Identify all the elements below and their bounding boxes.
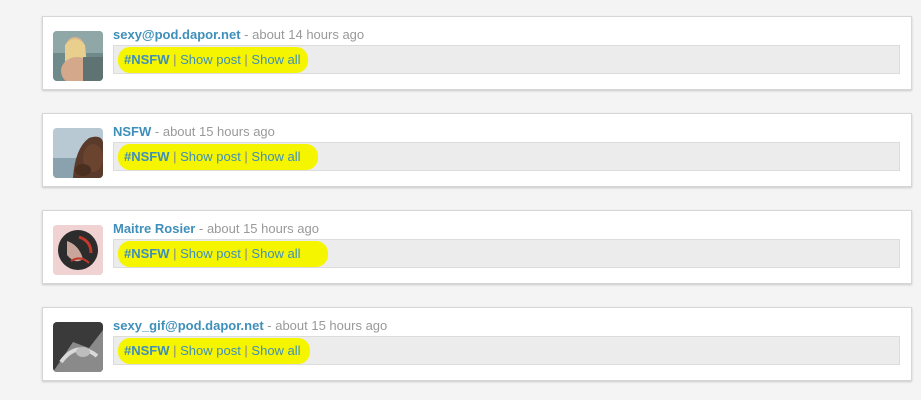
nsfw-tag-link[interactable]: #NSFW	[124, 52, 170, 67]
nsfw-shield: #NSFW | Show post | Show all	[113, 142, 900, 171]
show-all-link[interactable]: Show all	[251, 52, 300, 67]
show-post-link[interactable]: Show post	[180, 246, 241, 261]
avatar[interactable]	[53, 225, 103, 275]
post-timestamp[interactable]: about 15 hours ago	[275, 318, 387, 333]
nsfw-tag-link[interactable]: #NSFW	[124, 149, 170, 164]
show-all-link[interactable]: Show all	[251, 149, 300, 164]
post-meta: Maitre Rosier - about 15 hours ago	[113, 221, 319, 237]
post-timestamp[interactable]: about 15 hours ago	[207, 221, 319, 236]
link-divider: |	[240, 343, 252, 358]
link-divider: |	[240, 246, 252, 261]
stream-post: sexy@pod.dapor.net - about 14 hours ago …	[42, 16, 912, 90]
show-all-link[interactable]: Show all	[251, 343, 300, 358]
link-divider: |	[169, 343, 181, 358]
link-divider: |	[169, 246, 181, 261]
show-all-link[interactable]: Show all	[251, 246, 300, 261]
post-meta: NSFW - about 15 hours ago	[113, 124, 275, 140]
author-link[interactable]: NSFW	[113, 124, 151, 139]
meta-separator: -	[240, 27, 253, 42]
show-post-link[interactable]: Show post	[180, 52, 241, 67]
avatar[interactable]	[53, 128, 103, 178]
author-link[interactable]: sexy@pod.dapor.net	[113, 27, 241, 42]
author-link[interactable]: sexy_gif@pod.dapor.net	[113, 318, 264, 333]
stream-post: NSFW - about 15 hours ago #NSFW | Show p…	[42, 113, 912, 187]
avatar[interactable]	[53, 31, 103, 81]
post-timestamp[interactable]: about 14 hours ago	[252, 27, 364, 42]
meta-separator: -	[195, 221, 207, 236]
post-meta: sexy@pod.dapor.net - about 14 hours ago	[113, 27, 364, 43]
nsfw-tag-link[interactable]: #NSFW	[124, 343, 170, 358]
nsfw-tag-link[interactable]: #NSFW	[124, 246, 170, 261]
nsfw-links: #NSFW | Show post | Show all	[124, 246, 301, 262]
link-divider: |	[169, 149, 181, 164]
link-divider: |	[240, 149, 252, 164]
nsfw-shield: #NSFW | Show post | Show all	[113, 239, 900, 268]
nsfw-links: #NSFW | Show post | Show all	[124, 149, 301, 165]
meta-separator: -	[263, 318, 276, 333]
nsfw-shield: #NSFW | Show post | Show all	[113, 336, 900, 365]
author-link[interactable]: Maitre Rosier	[113, 221, 195, 236]
show-post-link[interactable]: Show post	[180, 343, 241, 358]
meta-separator: -	[151, 124, 163, 139]
post-timestamp[interactable]: about 15 hours ago	[163, 124, 275, 139]
nsfw-links: #NSFW | Show post | Show all	[124, 52, 301, 68]
post-meta: sexy_gif@pod.dapor.net - about 15 hours …	[113, 318, 387, 334]
nsfw-shield: #NSFW | Show post | Show all	[113, 45, 900, 74]
link-divider: |	[240, 52, 252, 67]
show-post-link[interactable]: Show post	[180, 149, 241, 164]
avatar[interactable]	[53, 322, 103, 372]
link-divider: |	[169, 52, 181, 67]
stream-page: sexy@pod.dapor.net - about 14 hours ago …	[0, 0, 921, 400]
nsfw-links: #NSFW | Show post | Show all	[124, 343, 301, 359]
stream-post: Maitre Rosier - about 15 hours ago #NSFW…	[42, 210, 912, 284]
stream-post: sexy_gif@pod.dapor.net - about 15 hours …	[42, 307, 912, 381]
